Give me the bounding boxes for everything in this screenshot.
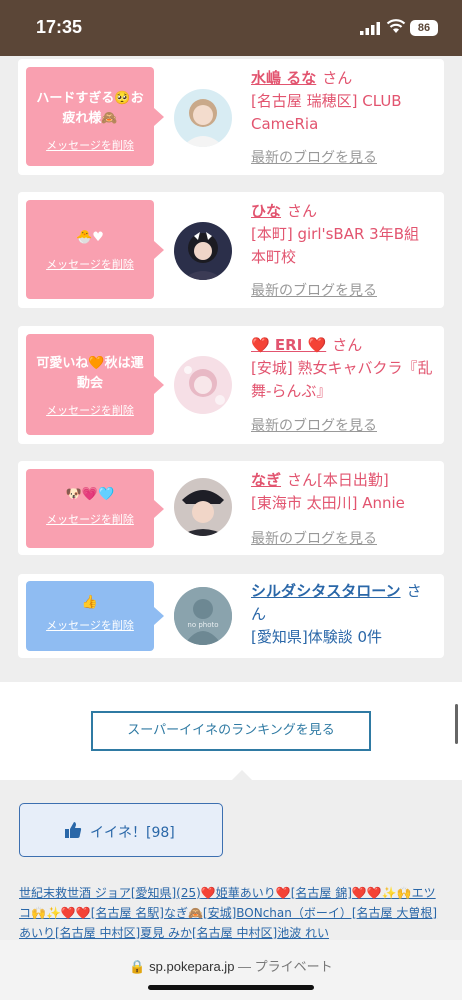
clock: 17:35: [36, 17, 83, 37]
liker-link[interactable]: ❤️姫華あいり❤️[名古屋 錦]: [201, 886, 352, 900]
message-bubble: 🐣♥ メッセージを削除: [26, 200, 164, 299]
latest-blog-link[interactable]: 最新のブログを見る: [251, 280, 377, 300]
message-card: 🐶💗🩵 メッセージを削除 なぎ さん[本日出勤] [東海市 太田川] Annie …: [18, 461, 444, 555]
wifi-icon: [386, 19, 406, 33]
avatar[interactable]: [174, 356, 232, 414]
delete-message-link[interactable]: メッセージを削除: [26, 256, 154, 272]
likers-list: 世紀末救世酒 ジョア[愛知県](25)❤️姫華あいり❤️[名古屋 錦]❤️❤️✨…: [19, 883, 445, 943]
honorific: さん: [332, 336, 363, 354]
message-text: ハードすぎる🥺お疲れ様🙈: [36, 91, 144, 126]
avatar[interactable]: [174, 222, 232, 280]
message-bubble: 👍 メッセージを削除: [26, 581, 164, 651]
cast-name-link[interactable]: 水嶋 るな: [251, 69, 316, 87]
message-card: 🐣♥ メッセージを削除 ひな さん [本町] girl'sBAR 3年B組 本町校…: [18, 192, 444, 308]
url-domain: sp.pokepara.jp: [149, 959, 235, 974]
message-card: 👍 メッセージを削除 no photo シルダシタスタローン さん [愛知県]体験…: [18, 574, 444, 658]
delete-message-link[interactable]: メッセージを削除: [26, 402, 154, 418]
liker-link[interactable]: BONchan（ボーイ）[名古屋 大曽根]: [236, 906, 437, 920]
honorific: さん: [322, 69, 353, 87]
latest-blog-link[interactable]: 最新のブログを見る: [251, 415, 377, 435]
liker-link[interactable]: 世紀末救世酒 ジョア[愛知県](25): [19, 886, 201, 900]
section-notch: [232, 770, 252, 780]
liker-link[interactable]: あいり[名古屋 中村区]: [19, 926, 140, 940]
experience-count[interactable]: [愛知県]体験談 0件: [251, 628, 382, 646]
delete-message-link[interactable]: メッセージを削除: [26, 617, 154, 633]
browser-url-bar[interactable]: 🔒 sp.pokepara.jp — プライベート: [0, 940, 462, 1000]
message-card: 可愛いね🧡秋は運動会 メッセージを削除 ❤️ ERI ❤️ さん [安城] 熟女キ…: [18, 326, 444, 444]
thumbs-up-icon: [65, 822, 82, 838]
message-bubble: 可愛いね🧡秋は運動会 メッセージを削除: [26, 334, 164, 435]
like-button[interactable]: イイネ！[98]: [19, 803, 223, 857]
battery-indicator: 86: [410, 20, 438, 36]
cast-info: ひな さん [本町] girl'sBAR 3年B組 本町校: [251, 200, 434, 269]
latest-blog-link[interactable]: 最新のブログを見る: [251, 528, 377, 548]
avatar[interactable]: [174, 89, 232, 147]
message-text: 🐣♥: [76, 230, 104, 245]
no-photo-label: no photo: [187, 621, 219, 629]
cast-name-link[interactable]: ひな: [251, 202, 281, 220]
honorific: さん: [287, 202, 318, 220]
cast-info: ❤️ ERI ❤️ さん [安城] 熟女キャバクラ『乱舞-らんぶ』: [251, 334, 434, 403]
url-display[interactable]: 🔒 sp.pokepara.jp — プライベート: [0, 956, 462, 975]
avatar-placeholder[interactable]: no photo: [174, 587, 232, 645]
liker-link[interactable]: 夏見 みか[名古屋 中村区]: [140, 926, 277, 940]
user-name-link[interactable]: シルダシタスタローン: [251, 582, 401, 600]
cast-name-link[interactable]: ❤️ ERI ❤️: [251, 336, 326, 354]
message-bubble: 🐶💗🩵 メッセージを削除: [26, 469, 164, 548]
latest-blog-link[interactable]: 最新のブログを見る: [251, 147, 377, 167]
super-like-ranking-button[interactable]: スーパーイイネのランキングを見る: [91, 711, 371, 751]
message-bubble: ハードすぎる🥺お疲れ様🙈 メッセージを削除: [26, 67, 164, 166]
status-bar: 17:35 86: [0, 0, 462, 56]
shop-name[interactable]: [名古屋 瑞穂区] CLUB CameRia: [251, 92, 402, 133]
cast-info: シルダシタスタローン さん [愛知県]体験談 0件: [251, 580, 434, 649]
message-text: 可愛いね🧡秋は運動会: [36, 356, 144, 391]
honorific: さん[本日出勤]: [287, 471, 389, 489]
private-label: — プライベート: [238, 959, 333, 974]
delete-message-link[interactable]: メッセージを削除: [26, 137, 154, 153]
message-text: 🐶💗🩵: [65, 487, 115, 502]
cast-info: 水嶋 るな さん [名古屋 瑞穂区] CLUB CameRia: [251, 67, 434, 136]
message-card: ハードすぎる🥺お疲れ様🙈 メッセージを削除 水嶋 るな さん [名古屋 瑞穂区] …: [18, 59, 444, 175]
like-count-label: イイネ！[98]: [90, 825, 175, 841]
lock-icon: 🔒: [129, 959, 146, 974]
avatar[interactable]: [174, 478, 232, 536]
shop-name[interactable]: [東海市 太田川] Annie: [251, 494, 405, 512]
cast-info: なぎ さん[本日出勤] [東海市 太田川] Annie: [251, 469, 434, 515]
shop-name[interactable]: [安城] 熟女キャバクラ『乱舞-らんぶ』: [251, 359, 432, 400]
delete-message-link[interactable]: メッセージを削除: [26, 511, 154, 527]
shop-name[interactable]: [本町] girl'sBAR 3年B組 本町校: [251, 225, 419, 266]
message-text: 👍: [81, 595, 99, 610]
cast-name-link[interactable]: なぎ: [251, 471, 281, 489]
signal-icon: [360, 22, 380, 35]
home-indicator[interactable]: [148, 985, 314, 990]
scrollbar[interactable]: [455, 704, 458, 744]
liker-link[interactable]: なぎ🙈[安城]: [164, 906, 236, 920]
liker-link[interactable]: 池波 れい: [277, 926, 329, 940]
